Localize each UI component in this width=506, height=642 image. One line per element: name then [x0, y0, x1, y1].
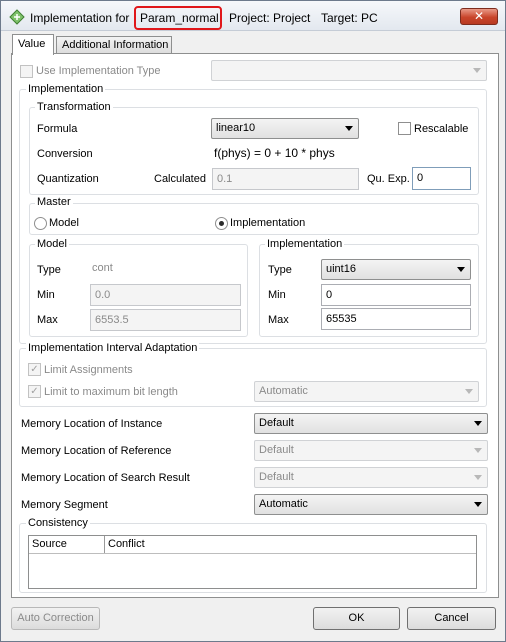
close-icon: ✕: [473, 9, 485, 23]
formula-select[interactable]: linear10: [211, 118, 359, 139]
impl-type-select[interactable]: uint16: [321, 259, 471, 280]
param-name-highlight: [134, 6, 222, 30]
auto-correction-button[interactable]: Auto Correction: [11, 607, 100, 630]
conversion-label: Conversion: [37, 148, 93, 160]
model-max-value: 6553.5: [95, 314, 129, 326]
chevron-down-icon: [345, 126, 353, 131]
impl-group-label: Implementation: [265, 238, 345, 250]
use-implementation-type-checkbox[interactable]: [20, 65, 33, 78]
formula-value: linear10: [216, 122, 256, 134]
column-header-conflict-label: Conflict: [108, 538, 145, 550]
check-icon: ✓: [30, 386, 39, 397]
column-header-source[interactable]: Source: [29, 536, 105, 553]
limit-assignments-label: Limit Assignments: [44, 364, 133, 376]
rescalable-checkbox[interactable]: [398, 122, 411, 135]
transformation-group-label: Transformation: [35, 101, 113, 113]
memory-segment-label: Memory Segment: [21, 499, 108, 511]
consistency-group-label: Consistency: [26, 517, 90, 529]
implementation-app-icon: [9, 9, 25, 25]
model-type-label: Type: [37, 264, 61, 276]
calculated-label: Calculated: [154, 173, 206, 185]
model-type-value: cont: [92, 262, 113, 274]
rescalable-label: Rescalable: [414, 123, 469, 135]
check-icon: ✓: [30, 364, 39, 375]
title-project: Project: Project: [229, 11, 311, 25]
memory-search-select[interactable]: Default: [254, 467, 488, 488]
impl-type-label: Type: [268, 264, 292, 276]
master-model-label: Model: [49, 217, 79, 229]
dialog-window: Implementation for Param_normal Project:…: [0, 0, 506, 642]
qu-exp-value: 0: [417, 172, 424, 184]
ok-label: OK: [348, 612, 365, 624]
conversion-value: f(phys) = 0 + 10 * phys: [214, 146, 335, 160]
interval-adaptation-label: Implementation Interval Adaptation: [26, 342, 200, 354]
column-header-source-label: Source: [32, 538, 67, 550]
impl-min-input[interactable]: 0: [321, 284, 471, 306]
memory-reference-select[interactable]: Default: [254, 440, 488, 461]
impl-max-value: 65535: [326, 313, 357, 325]
chevron-down-icon: [465, 389, 473, 394]
impl-max-input[interactable]: 65535: [321, 308, 471, 330]
impl-min-value: 0: [326, 289, 333, 301]
impl-type-value: uint16: [326, 263, 356, 275]
implementation-group-label: Implementation: [26, 83, 106, 95]
tab-additional-information[interactable]: Additional Information: [56, 36, 172, 54]
header-divider: [29, 553, 476, 554]
model-max-field: 6553.5: [90, 309, 241, 331]
master-implementation-radio[interactable]: [215, 217, 228, 230]
memory-instance-label: Memory Location of Instance: [21, 418, 163, 430]
model-min-value: 0.0: [95, 289, 111, 301]
chevron-down-icon: [474, 475, 482, 480]
implementation-type-select[interactable]: [211, 60, 487, 81]
master-group-label: Master: [35, 196, 73, 208]
title-bar[interactable]: Implementation for Param_normal Project:…: [1, 1, 505, 31]
memory-segment-value: Automatic: [259, 498, 308, 510]
chevron-down-icon: [474, 502, 482, 507]
impl-max-label: Max: [268, 314, 289, 326]
model-min-field: 0.0: [90, 284, 241, 306]
chevron-down-icon: [457, 267, 465, 272]
title-target: Target: PC: [321, 11, 378, 25]
model-max-label: Max: [37, 314, 58, 326]
bitlength-select[interactable]: Automatic: [254, 381, 479, 402]
memory-instance-select[interactable]: Default: [254, 413, 488, 434]
ok-button[interactable]: OK: [313, 607, 400, 630]
memory-instance-value: Default: [259, 417, 294, 429]
bitlength-value: Automatic: [259, 385, 308, 397]
memory-search-value: Default: [259, 471, 294, 483]
column-header-conflict[interactable]: Conflict: [105, 536, 476, 553]
memory-reference-value: Default: [259, 444, 294, 456]
cancel-label: Cancel: [434, 612, 469, 624]
title-prefix: Implementation for: [30, 11, 130, 25]
tab-value[interactable]: Value: [12, 34, 54, 55]
memory-segment-select[interactable]: Automatic: [254, 494, 488, 515]
model-min-label: Min: [37, 289, 55, 301]
consistency-table[interactable]: Source Conflict: [28, 535, 477, 589]
qu-exp-label: Qu. Exp.: [367, 173, 410, 185]
formula-label: Formula: [37, 123, 78, 135]
tab-value-label: Value: [18, 38, 46, 50]
chevron-down-icon: [474, 448, 482, 453]
auto-correction-label: Auto Correction: [17, 612, 94, 624]
memory-search-label: Memory Location of Search Result: [21, 472, 190, 484]
close-button[interactable]: ✕: [460, 8, 498, 25]
impl-min-label: Min: [268, 289, 286, 301]
use-implementation-type-label: Use Implementation Type: [36, 65, 161, 77]
memory-reference-label: Memory Location of Reference: [21, 445, 172, 457]
master-implementation-label: Implementation: [230, 217, 306, 229]
chevron-down-icon: [474, 421, 482, 426]
cancel-button[interactable]: Cancel: [407, 607, 496, 630]
limit-bitlength-label: Limit to maximum bit length: [44, 386, 178, 398]
limit-assignments-checkbox[interactable]: ✓: [28, 363, 41, 376]
calculated-field: 0.1: [212, 168, 359, 190]
calculated-value: 0.1: [217, 173, 233, 185]
tab-additional-information-label: Additional Information: [62, 39, 169, 51]
model-group-label: Model: [35, 238, 69, 250]
quantization-label: Quantization: [37, 173, 99, 185]
qu-exp-input[interactable]: 0: [412, 167, 471, 190]
limit-bitlength-checkbox[interactable]: ✓: [28, 385, 41, 398]
master-model-radio[interactable]: [34, 217, 47, 230]
